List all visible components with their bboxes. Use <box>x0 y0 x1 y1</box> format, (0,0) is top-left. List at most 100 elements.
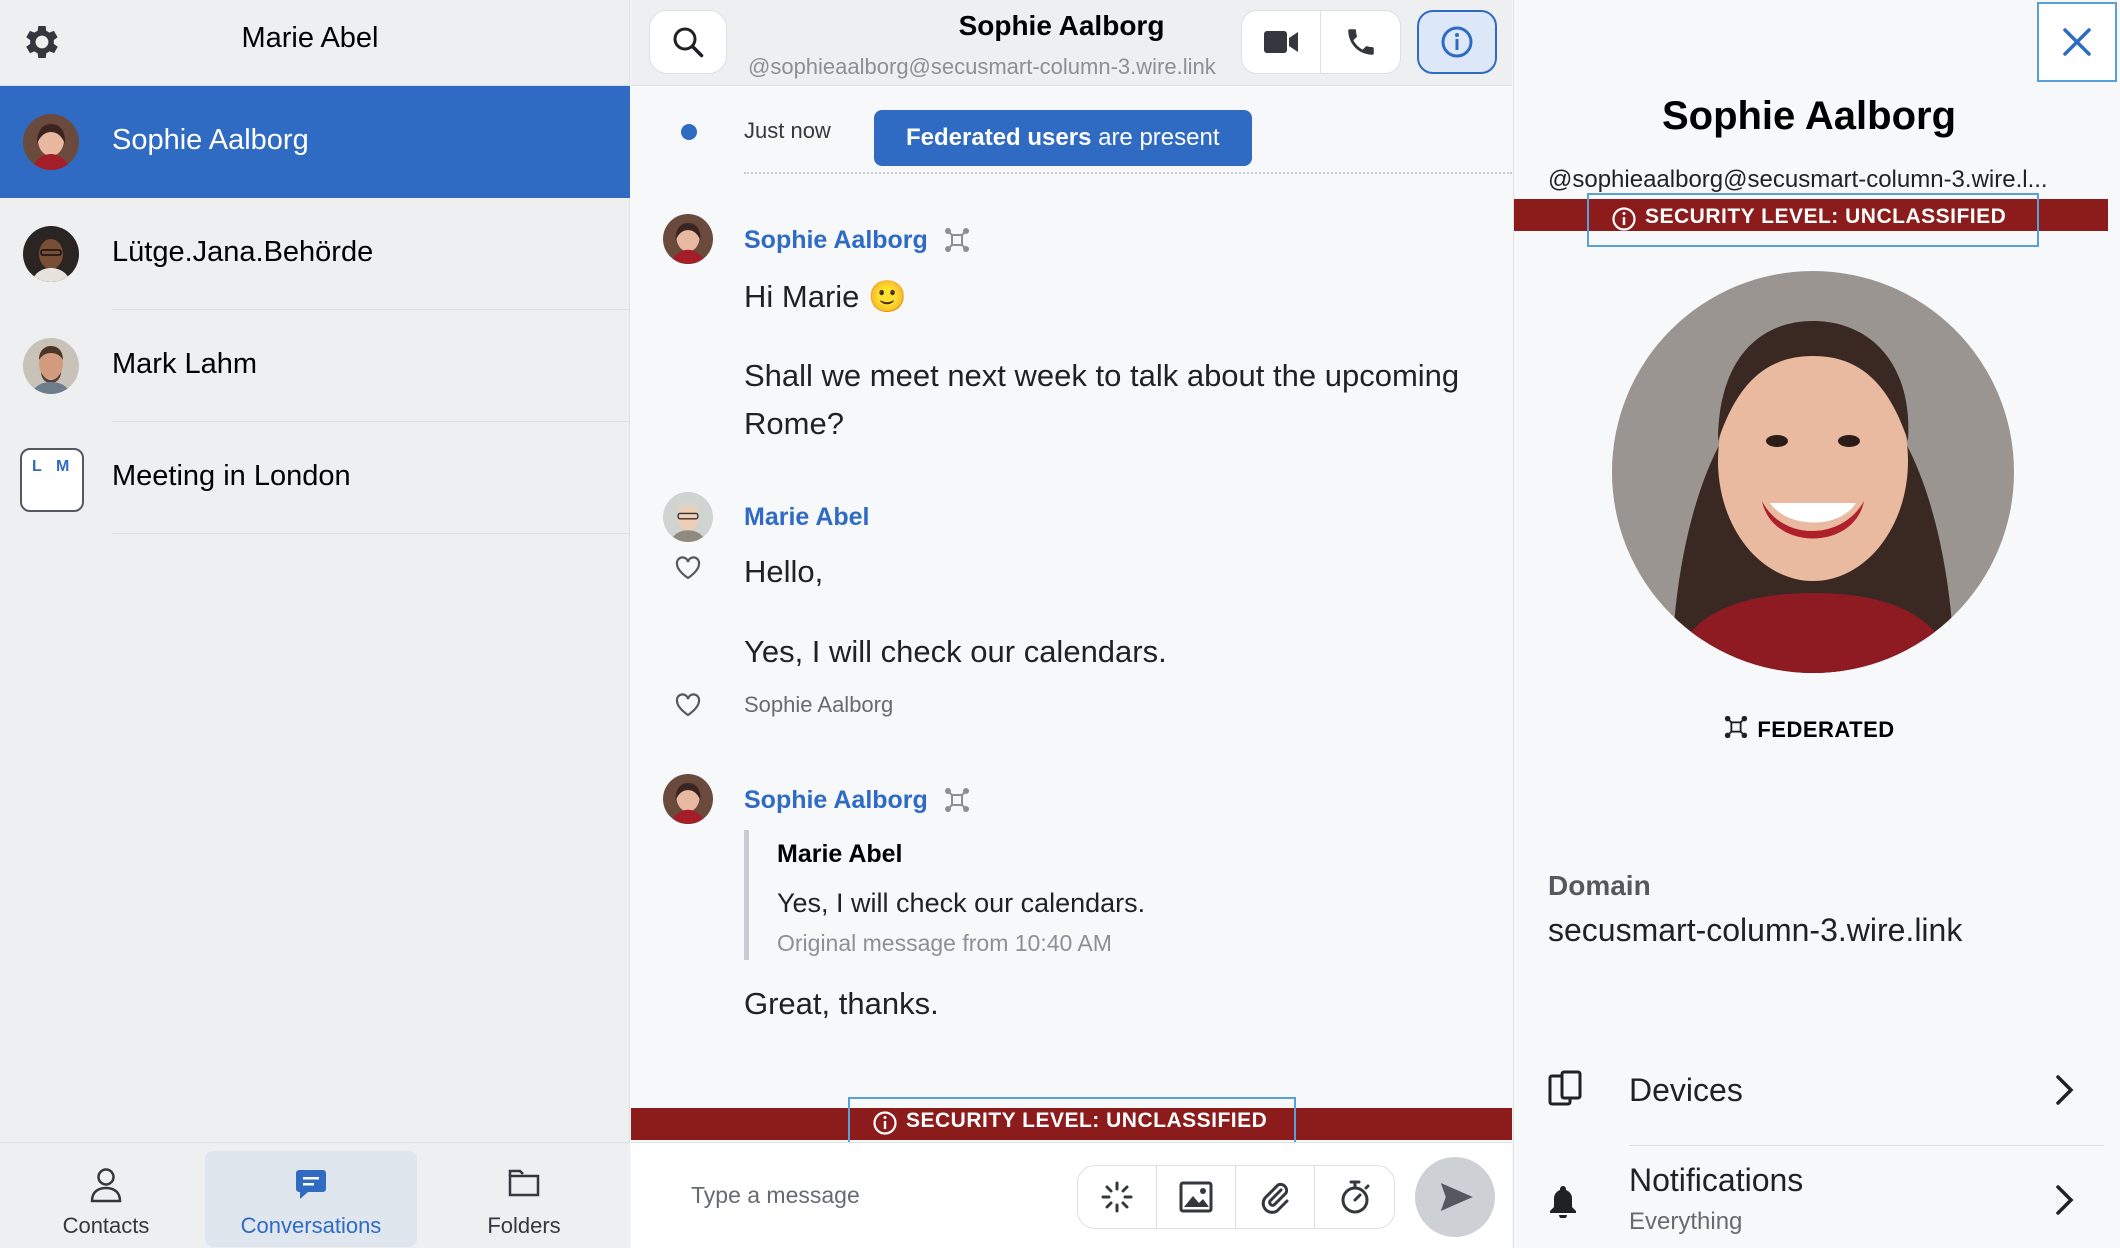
send-button[interactable] <box>1415 1157 1495 1237</box>
audio-call-button[interactable] <box>1321 10 1401 74</box>
security-level-text: SECURITY LEVEL: UNCLASSIFIED <box>906 1109 1268 1132</box>
search-button[interactable] <box>649 10 727 74</box>
conversation-item-sophie-aalborg[interactable]: Sophie Aalborg <box>0 86 630 198</box>
avatar[interactable] <box>663 492 713 542</box>
message-text: Great, thanks. <box>744 986 939 1021</box>
timestamp: Just now <box>744 118 831 143</box>
avatar[interactable] <box>663 774 713 824</box>
close-icon <box>2063 28 2091 56</box>
quote-text: Yes, I will check our calendars. <box>777 888 1146 918</box>
info-icon <box>1441 26 1473 58</box>
nav-conversations[interactable]: Conversations <box>205 1151 417 1247</box>
video-call-button[interactable] <box>1241 10 1321 74</box>
group-avatar: L M <box>20 448 84 512</box>
divider <box>744 172 1512 174</box>
message-sender[interactable]: Marie Abel <box>744 503 870 532</box>
avatar <box>23 114 79 170</box>
message-input[interactable] <box>691 1163 1091 1227</box>
message-text: Yes, I will check our calendars. <box>744 634 1167 669</box>
timed-message-button[interactable] <box>1315 1166 1394 1228</box>
security-level-label: SECURITY LEVEL: UNCLASSIFIED <box>1587 193 2039 247</box>
system-message-row: Just now Federated users are present <box>631 108 1512 174</box>
message-composer <box>631 1142 1512 1248</box>
devices-icon <box>1548 1070 1582 1106</box>
federated-icon <box>943 226 971 254</box>
group-initial: L <box>32 458 42 475</box>
avatar[interactable] <box>663 214 713 264</box>
quote-meta: Original message from 10:40 AM <box>777 930 1112 956</box>
chat-bubble-icon <box>294 1167 328 1201</box>
notifications-value: Everything <box>1629 1208 1743 1235</box>
domain-value: secusmart-column-3.wire.link <box>1548 912 1963 948</box>
notifications-label: Notifications <box>1629 1162 1804 1198</box>
profile-handle: @sophieaalborg@secusmart-column-3.wire.l… <box>1548 166 2048 193</box>
message-text: Shall we meet next week to talk about th… <box>744 358 1460 393</box>
timer-icon <box>1341 1180 1369 1214</box>
nav-label: Folders <box>487 1213 561 1238</box>
badge-text: are present <box>1091 124 1220 151</box>
conversation-item-meeting-in-london[interactable]: L M Meeting in London <box>0 422 630 534</box>
liked-by-text[interactable]: Sophie Aalborg <box>744 692 893 718</box>
attach-file-button[interactable] <box>1236 1166 1315 1228</box>
profile-name: Sophie Aalborg <box>1661 94 1957 138</box>
message-text: Rome? <box>744 406 844 441</box>
ping-button[interactable] <box>1078 1166 1157 1228</box>
quoted-message[interactable]: Marie Abel Yes, I will check our calenda… <box>744 830 1244 960</box>
composer-tools <box>1077 1165 1395 1229</box>
info-icon <box>873 1111 897 1135</box>
ping-icon <box>1101 1181 1133 1213</box>
security-level-text: SECURITY LEVEL: UNCLASSIFIED <box>1645 205 2007 228</box>
badge-bold: Federated users <box>906 124 1092 151</box>
federated-icon <box>1725 715 1748 739</box>
profile-photo <box>1612 271 2014 673</box>
nav-label: Contacts <box>62 1213 150 1238</box>
message-sender[interactable]: Sophie Aalborg <box>744 786 928 815</box>
devices-row[interactable]: Devices <box>1514 1050 2104 1130</box>
federated-users-badge[interactable]: Federated users are present <box>874 110 1252 166</box>
phone-icon <box>1347 29 1374 55</box>
federated-icon <box>943 786 971 814</box>
message-text: Hi Marie 🙂 <box>744 279 907 314</box>
left-header: Marie Abel <box>0 0 630 86</box>
conversation-handle: @sophieaalborg@secusmart-column-3.wire.l… <box>748 54 1216 79</box>
user-details-panel: Sophie Aalborg @sophieaalborg@secusmart-… <box>1513 0 2120 1248</box>
federated-status: FEDERATED <box>1514 714 2104 743</box>
nav-label: Conversations <box>240 1213 382 1238</box>
chevron-right-icon <box>2054 1074 2076 1106</box>
devices-label: Devices <box>1629 1072 1743 1108</box>
notifications-row[interactable]: Notifications Everything <box>1514 1146 2104 1248</box>
close-panel-button[interactable] <box>2037 2 2117 82</box>
message-text: Hello, <box>744 554 824 589</box>
chevron-right-icon <box>2054 1184 2076 1216</box>
avatar <box>23 338 79 394</box>
settings-gear-icon[interactable] <box>20 20 64 64</box>
bell-icon <box>1548 1184 1578 1218</box>
like-heart-icon[interactable] <box>675 556 701 580</box>
person-icon <box>89 1167 123 1203</box>
paperclip-icon <box>1261 1182 1289 1214</box>
info-icon <box>1612 207 1636 231</box>
nav-contacts[interactable]: Contacts <box>0 1151 212 1247</box>
folder-icon <box>507 1167 541 1199</box>
liked-heart-icon[interactable] <box>675 693 701 717</box>
video-camera-icon <box>1264 31 1298 53</box>
conversation-item-mark-lahm[interactable]: Mark Lahm <box>0 310 630 422</box>
image-upload-button[interactable] <box>1157 1166 1236 1228</box>
current-user-name: Marie Abel <box>241 22 379 54</box>
conversation-name: Meeting in London <box>112 460 351 492</box>
image-icon <box>1179 1181 1213 1213</box>
bottom-navigation: Contacts Conversations Folders <box>0 1142 630 1248</box>
send-icon <box>1440 1183 1473 1211</box>
federated-label: FEDERATED <box>1757 717 1895 742</box>
conversation-list-panel: Marie Abel Sophie Aalborg Lütge.Jana.Beh… <box>0 0 630 1248</box>
conversation-name: Sophie Aalborg <box>112 124 309 156</box>
nav-folders[interactable]: Folders <box>418 1151 630 1247</box>
quote-author: Marie Abel <box>777 840 903 868</box>
conversation-name: Lütge.Jana.Behörde <box>112 236 374 268</box>
conversation-info-button[interactable] <box>1417 10 1497 74</box>
avatar <box>23 226 79 282</box>
search-icon <box>673 27 704 58</box>
conversation-item-jana[interactable]: Lütge.Jana.Behörde <box>0 198 630 310</box>
message-sender[interactable]: Sophie Aalborg <box>744 226 928 255</box>
conversation-panel: Sophie Aalborg @sophieaalborg@secusmart-… <box>631 0 1512 1248</box>
